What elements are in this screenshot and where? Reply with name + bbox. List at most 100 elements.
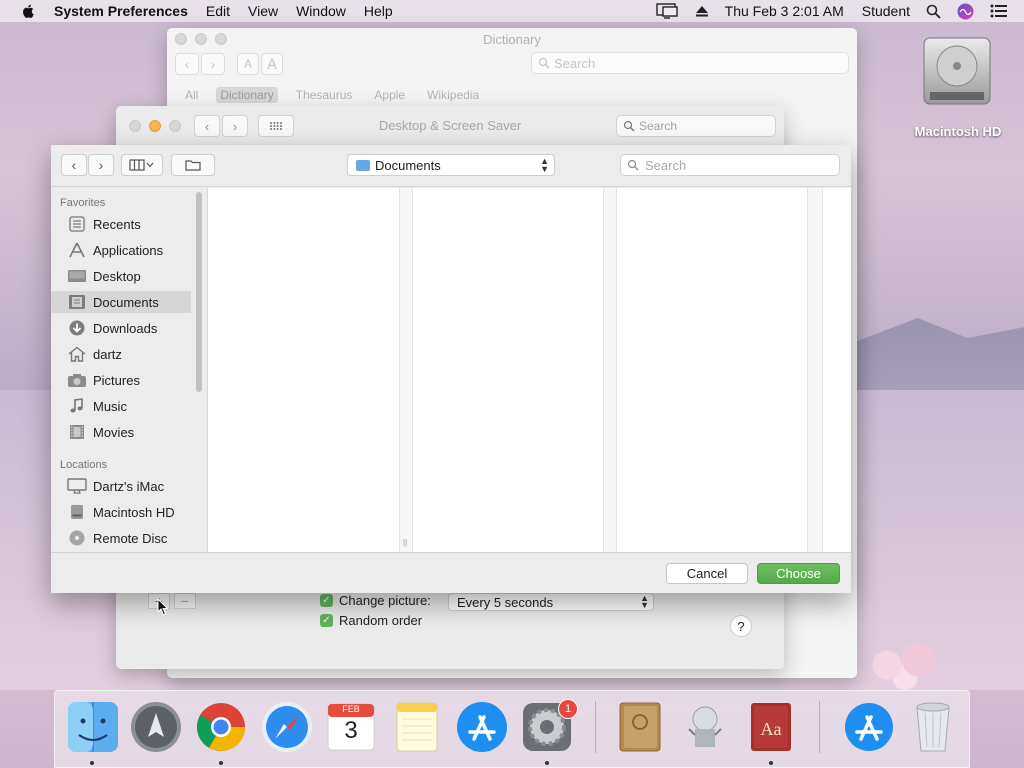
font-smaller-button[interactable]: A [237, 53, 259, 75]
remove-folder-button[interactable]: − [174, 593, 196, 609]
dictionary-book-icon[interactable]: Aa [743, 699, 799, 755]
tab-wikipedia[interactable]: Wikipedia [423, 87, 483, 103]
forward-button[interactable]: › [201, 53, 225, 75]
running-indicator [90, 761, 94, 765]
new-folder-button[interactable] [171, 154, 215, 176]
help-button[interactable]: ? [730, 615, 752, 637]
column-resize-grip-icon[interactable]: || [403, 538, 407, 547]
forward-button[interactable]: › [88, 154, 114, 176]
column-browser[interactable]: || [207, 188, 851, 552]
airplay-display-icon[interactable] [655, 3, 679, 19]
menubar-user[interactable]: Student [862, 3, 910, 19]
sidebar-item-pictures[interactable]: Pictures [51, 369, 191, 391]
dock-separator [819, 701, 820, 753]
safari-compass-icon[interactable] [259, 699, 315, 755]
sidebar-item-music[interactable]: Music [51, 395, 191, 417]
finder-icon[interactable] [65, 699, 121, 755]
film-strip-icon [70, 425, 84, 439]
sidebar-item-label: Movies [93, 424, 135, 440]
change-picture-interval-select[interactable]: Every 5 seconds ▲ ▼ [448, 593, 654, 611]
choose-button[interactable]: Choose [757, 563, 840, 584]
window-title: Dictionary [483, 32, 541, 47]
running-indicator [769, 761, 773, 765]
sidebar-item-downloads[interactable]: Downloads [51, 317, 191, 339]
random-order-checkbox[interactable]: ✓ [320, 614, 333, 627]
siri-icon[interactable] [957, 3, 974, 20]
trash-icon[interactable] [905, 699, 961, 755]
eject-icon[interactable] [695, 4, 709, 18]
search-placeholder: Search [554, 55, 596, 71]
sidebar-item-movies[interactable]: Movies [51, 421, 191, 443]
home-icon [68, 346, 86, 362]
sidebar-item-applications[interactable]: Applications [51, 239, 191, 261]
automator-robot-icon[interactable] [677, 699, 733, 755]
recents-icon [69, 216, 85, 232]
random-order-label: Random order [339, 613, 423, 628]
preferences-search-field[interactable]: Search [616, 115, 776, 137]
column-divider[interactable] [603, 188, 617, 552]
sidebar-item-macintosh-hd[interactable]: Macintosh HD [51, 501, 191, 523]
tab-dictionary[interactable]: Dictionary [216, 87, 278, 103]
change-picture-checkbox[interactable]: ✓ [320, 594, 333, 607]
change-picture-label: Change picture: [339, 593, 431, 608]
sidebar-item-imac[interactable]: Dartz's iMac [51, 475, 191, 497]
tab-apple[interactable]: Apple [370, 87, 409, 103]
up-down-arrows-icon: ▲ ▼ [540, 156, 549, 174]
desktop-icon [68, 270, 86, 282]
sidebar-item-label: Documents [93, 294, 159, 310]
sidebar-item-label: Pictures [93, 372, 140, 388]
app-store-icon[interactable] [454, 699, 510, 755]
new-folder-icon [185, 160, 201, 171]
column-divider[interactable] [807, 188, 823, 552]
search-placeholder: Search [639, 119, 678, 133]
notification-center-icon[interactable] [990, 4, 1008, 18]
spotlight-search-icon[interactable] [926, 4, 941, 19]
sheet-toolbar: ‹ › Documents ▲ ▼ Search [51, 145, 851, 187]
picture-options: + − ✓ Change picture: Every 5 seconds ▲▼… [116, 593, 784, 669]
cancel-button[interactable]: Cancel [666, 563, 748, 584]
chrome-icon[interactable] [193, 699, 249, 755]
menubar-clock[interactable]: Thu Feb 3 2:01 AM [725, 3, 844, 19]
tab-thesaurus[interactable]: Thesaurus [292, 87, 357, 103]
sidebar-item-recents[interactable]: Recents [51, 213, 191, 235]
sidebar-item-desktop[interactable]: Desktop [51, 265, 191, 287]
sidebar-item-documents[interactable]: Documents [51, 291, 191, 313]
font-larger-button[interactable]: A [261, 53, 283, 75]
column-divider[interactable] [399, 188, 413, 552]
contacts-book-icon[interactable] [611, 699, 667, 755]
menubar: System Preferences Edit View Window Help… [0, 0, 1024, 22]
change-picture-row: ✓ Change picture: [320, 593, 431, 608]
sheet-search-field[interactable]: Search [620, 154, 840, 176]
column-view-icon [129, 159, 154, 171]
back-button[interactable]: ‹ [175, 53, 199, 75]
sidebar-item-label: Macintosh HD [93, 504, 175, 520]
dictionary-search-field[interactable]: Search [531, 52, 849, 74]
chevron-left-icon: ‹ [184, 56, 190, 72]
back-button[interactable]: ‹ [61, 154, 87, 176]
menu-help[interactable]: Help [364, 3, 393, 19]
sidebar-item-home[interactable]: dartz [51, 343, 191, 365]
tab-all[interactable]: All [181, 87, 202, 103]
location-select[interactable]: Documents ▲ ▼ [347, 154, 555, 176]
sidebar-item-label: Applications [93, 242, 164, 258]
macintosh-hd-disk-icon[interactable] [918, 34, 996, 110]
notes-icon[interactable] [389, 699, 445, 755]
macintosh-hd-label: Macintosh HD [914, 124, 1002, 139]
app-store-downloads-icon[interactable] [841, 699, 897, 755]
menu-app-name[interactable]: System Preferences [54, 3, 188, 19]
sidebar-scrollbar[interactable] [196, 192, 202, 392]
running-indicator [545, 761, 549, 765]
sidebar-item-remote-disc[interactable]: Remote Disc [51, 527, 191, 549]
view-mode-button[interactable] [121, 154, 163, 176]
menu-window[interactable]: Window [296, 3, 346, 19]
mouse-pointer-icon [157, 598, 169, 616]
menu-edit[interactable]: Edit [206, 3, 230, 19]
folder-icon [356, 159, 370, 171]
apple-menu-icon[interactable] [20, 3, 38, 19]
menu-view[interactable]: View [248, 3, 278, 19]
sidebar: Favorites Recents Applications Desktop D… [51, 188, 206, 552]
svg-text:Aa: Aa [761, 719, 782, 739]
search-placeholder: Search [645, 157, 687, 173]
launchpad-icon[interactable] [128, 699, 184, 755]
downloads-icon [69, 320, 85, 336]
